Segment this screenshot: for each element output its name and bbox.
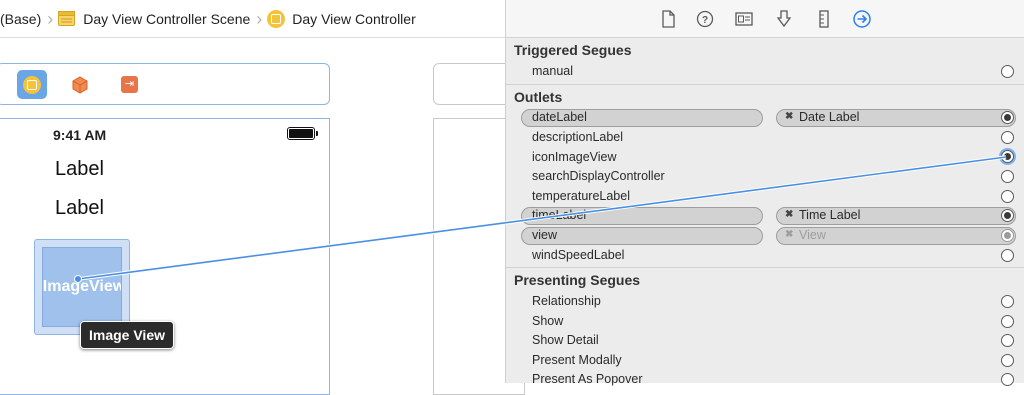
file-icon[interactable] (658, 9, 678, 29)
battery-icon (287, 127, 318, 140)
connection-circle[interactable] (1001, 131, 1014, 144)
connection-circle[interactable] (1001, 373, 1014, 386)
first-responder-icon[interactable] (71, 76, 89, 94)
outlet-row-iconImageView: iconImageView (532, 150, 617, 164)
disconnect-icon[interactable]: ✖ (785, 111, 793, 122)
attributes-icon[interactable] (774, 9, 794, 29)
chevron-right-icon: › (256, 8, 263, 29)
breadcrumb-label: Day View Controller (292, 10, 416, 27)
label-view[interactable]: Label (55, 158, 104, 181)
breadcrumb-label: (Base) (0, 10, 42, 27)
segue-row-show: Show (532, 314, 564, 328)
svg-text:?: ? (702, 15, 708, 26)
segue-row-manual: manual (532, 64, 573, 78)
connection-circle[interactable] (1001, 65, 1014, 78)
scene-dock: ⇥ (0, 63, 330, 105)
outlet-row-descriptionLabel: descriptionLabel (532, 130, 624, 144)
identity-icon[interactable] (734, 9, 754, 29)
connection-pill[interactable]: ✖ View (776, 227, 1016, 245)
disconnect-icon[interactable]: ✖ (785, 229, 793, 240)
breadcrumb-item-controller[interactable]: Day View Controller (267, 9, 416, 28)
connection-pill[interactable]: ✖ Date Label (776, 109, 1016, 127)
connection-circle[interactable] (1001, 190, 1014, 203)
breadcrumb-label: Day View Controller Scene (83, 10, 251, 27)
breadcrumb-item-scene[interactable]: Day View Controller Scene (58, 11, 250, 27)
outlet-row-view: view (532, 228, 558, 242)
view-controller-dock-icon[interactable] (17, 70, 47, 99)
section-title-presenting-segues: Presenting Segues (514, 272, 641, 288)
image-view-placeholder-text: ImageView (42, 278, 122, 295)
label-view[interactable]: Label (55, 197, 104, 220)
breadcrumb-item-base[interactable]: (Base) (0, 11, 41, 27)
connection-circle[interactable] (1001, 295, 1014, 308)
connection-circle[interactable] (1001, 249, 1014, 262)
drag-tooltip: Image View (80, 321, 175, 349)
help-icon[interactable]: ? (695, 9, 715, 29)
section-title-triggered-segues: Triggered Segues (514, 42, 632, 58)
connection-circle[interactable] (1001, 229, 1014, 242)
connections-inspector: ? Triggered Segues manual Outlets dateLa… (505, 0, 1024, 386)
outlet-row-dateLabel: dateLabel (532, 110, 587, 124)
connection-target: Time Label (799, 208, 861, 222)
connection-target: Date Label (799, 110, 860, 124)
segue-row-present-modally: Present Modally (532, 353, 622, 367)
exit-icon[interactable]: ⇥ (121, 76, 138, 93)
outlet-row-timeLabel: timeLabel (532, 208, 587, 222)
jump-bar: (Base) › Day View Controller Scene › Day… (0, 0, 505, 38)
section-title-outlets: Outlets (514, 89, 563, 105)
outlet-pill (521, 227, 763, 245)
view-controller-icon (267, 9, 286, 28)
connection-circle[interactable] (1001, 209, 1014, 222)
chevron-right-icon: › (47, 8, 54, 29)
connection-circle[interactable] (1001, 111, 1014, 124)
connection-circle[interactable] (1001, 150, 1014, 163)
connection-pill[interactable]: ✖ Time Label (776, 207, 1016, 225)
view-controller-icon (23, 75, 41, 94)
segue-row-relationship: Relationship (532, 294, 601, 308)
connection-circle[interactable] (1001, 315, 1014, 328)
connection-target: View (799, 228, 826, 242)
disconnect-icon[interactable]: ✖ (785, 209, 793, 220)
section-divider (506, 84, 1024, 85)
connection-circle[interactable] (1001, 354, 1014, 367)
scene-icon (58, 11, 76, 26)
inspector-toolbar: ? (506, 0, 1024, 38)
size-icon[interactable] (814, 9, 834, 29)
status-bar-time: 9:41 AM (53, 127, 107, 143)
outlet-row-searchDisplayController: searchDisplayController (532, 169, 665, 183)
segue-row-present-as-popover: Present As Popover (532, 372, 643, 386)
connections-icon[interactable] (852, 9, 872, 29)
storyboard-canvas: (Base) › Day View Controller Scene › Day… (0, 0, 525, 395)
section-divider (506, 267, 1024, 268)
connection-circle[interactable] (1001, 170, 1014, 183)
connection-circle[interactable] (1001, 334, 1014, 347)
segue-row-show-detail: Show Detail (532, 333, 599, 347)
device-frame: 9:41 AM Label Label ImageView (0, 118, 330, 395)
outlet-row-temperatureLabel: temperatureLabel (532, 189, 630, 203)
image-view-fill: ImageView (42, 247, 122, 327)
outlet-row-windSpeedLabel: windSpeedLabel (532, 248, 625, 262)
